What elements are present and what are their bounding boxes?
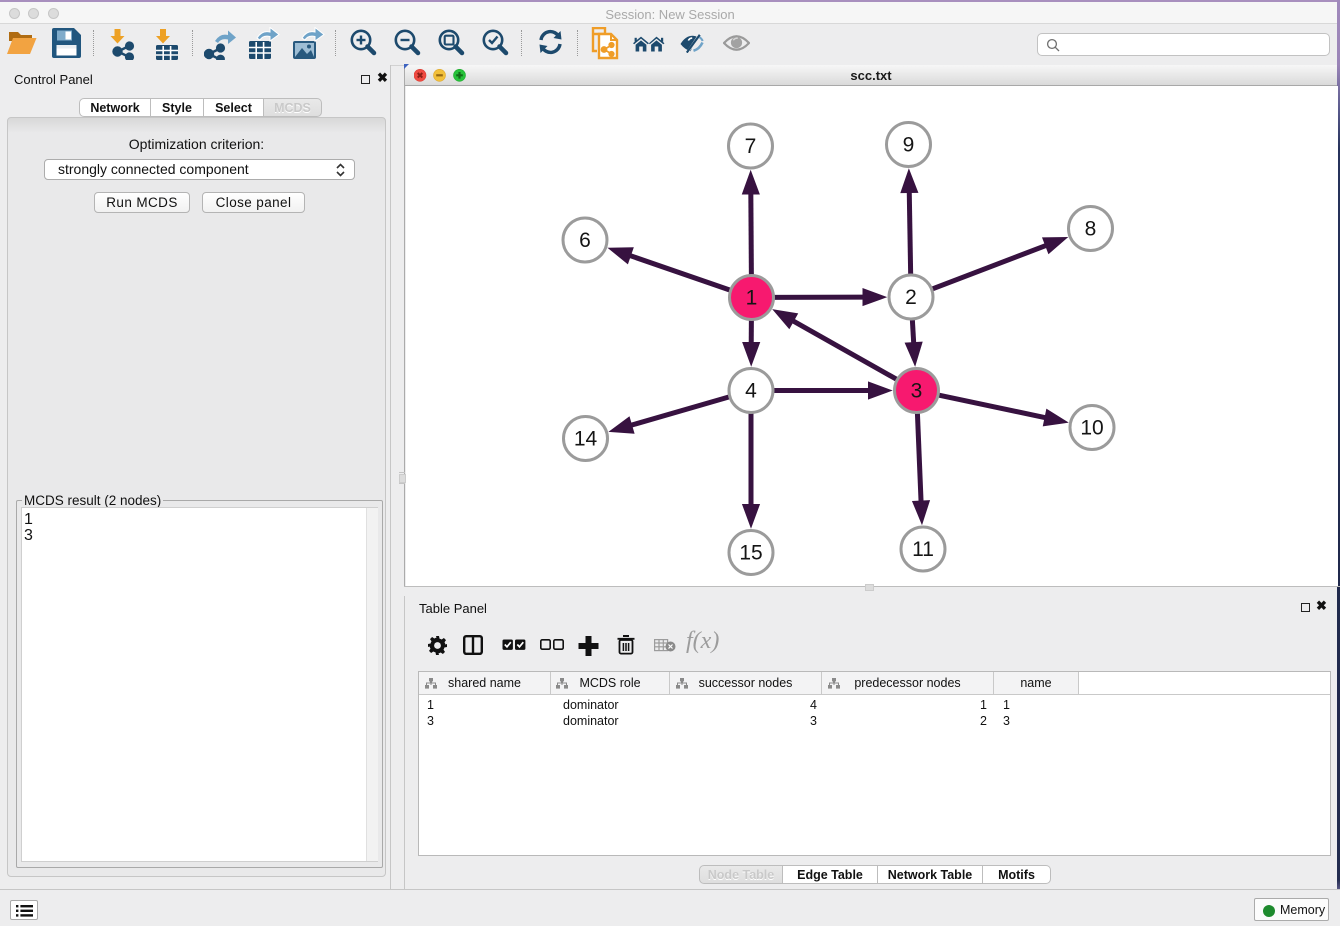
svg-text:14: 14	[574, 428, 598, 451]
svg-text:2: 2	[905, 286, 917, 309]
svg-text:1: 1	[746, 287, 758, 310]
svg-text:6: 6	[579, 229, 591, 252]
svg-text:15: 15	[739, 542, 762, 565]
svg-text:10: 10	[1080, 417, 1103, 440]
svg-text:9: 9	[903, 134, 915, 157]
svg-text:3: 3	[911, 380, 923, 403]
svg-text:4: 4	[745, 380, 757, 403]
svg-text:8: 8	[1085, 218, 1097, 241]
svg-text:11: 11	[912, 538, 934, 561]
svg-text:7: 7	[745, 135, 757, 158]
